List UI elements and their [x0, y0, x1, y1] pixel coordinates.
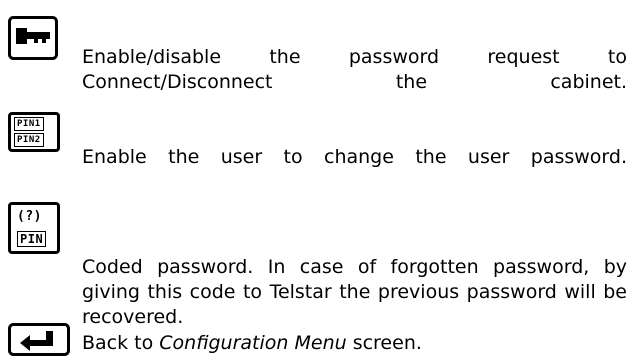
description-back: Back to Configuration Menu screen.: [82, 331, 422, 356]
description-back-after: screen.: [346, 332, 422, 354]
configuration-menu-link: Configuration Menu: [159, 332, 347, 354]
description-pin-change-line1: Enable the user to change the user passw…: [82, 145, 627, 170]
description-pin-change-text: Enable the user to change the user passw…: [82, 146, 627, 168]
pin-change-icon: PIN1 PIN2: [8, 112, 60, 152]
description-back-before: Back to: [82, 332, 160, 354]
pin-change-icon-line1: PIN1: [14, 117, 44, 131]
pin-help-icon-line1: (?): [17, 209, 42, 224]
pin-change-icon-line2: PIN2: [14, 133, 44, 147]
description-key: Enable/disable the password request to C…: [82, 46, 627, 93]
key-icon: [8, 16, 58, 60]
pin-help-icon: (?) PIN: [8, 202, 60, 254]
description-coded-password: Coded password. In case of forgotten pas…: [82, 256, 627, 328]
back-arrow-icon[interactable]: [8, 323, 70, 356]
pin-help-icon-line2: PIN: [17, 231, 47, 247]
